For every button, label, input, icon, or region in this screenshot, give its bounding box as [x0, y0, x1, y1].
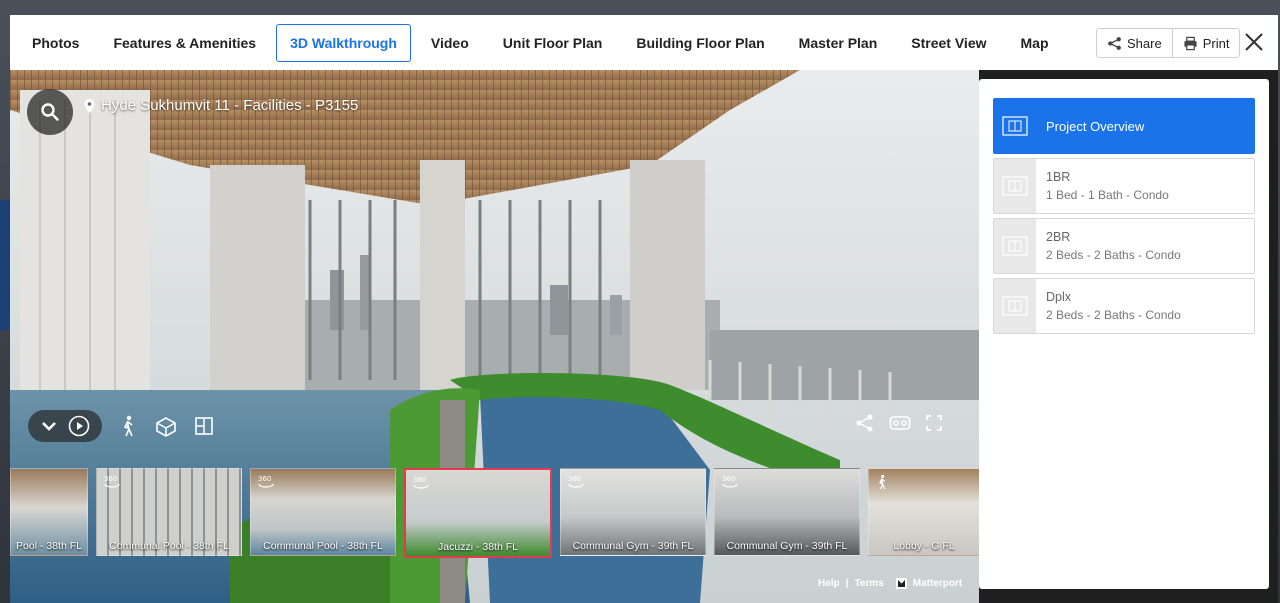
print-label: Print: [1202, 35, 1230, 51]
location-title-text: Hyde Sukhumvit 11 - Facilities - P3155: [101, 97, 359, 114]
plan-name: 2BR: [1046, 230, 1071, 244]
svg-text:360: 360: [258, 475, 271, 483]
map-pin-icon: [84, 98, 95, 113]
scene-thumbnail[interactable]: 360 Communal Pool - 38th FL: [96, 468, 242, 556]
thumbnail-label: Communal Pool - 38th FL: [109, 540, 229, 552]
360-icon: 360: [257, 474, 275, 493]
scene-thumbnail[interactable]: 360 Communal Gym - 39th FL: [560, 468, 706, 556]
blueprint-icon: [994, 99, 1036, 153]
printer-icon: [1184, 36, 1197, 50]
play-tour-button[interactable]: [68, 415, 90, 437]
fullscreen-button[interactable]: [925, 413, 943, 433]
viewer-right-controls: [855, 413, 943, 433]
play-icon: [68, 415, 90, 437]
svg-text:360: 360: [413, 476, 426, 484]
terms-link[interactable]: Terms: [854, 578, 883, 589]
tab-unit-floor-plan[interactable]: Unit Floor Plan: [489, 24, 617, 62]
plan-card-2br[interactable]: 2BR 2 Beds - 2 Baths - Condo: [993, 218, 1255, 274]
matterport-link[interactable]: Matterport: [913, 578, 962, 589]
viewer-controls: [28, 410, 214, 442]
media-modal: Photos Features & Amenities 3D Walkthrou…: [10, 15, 1278, 603]
print-button[interactable]: Print: [1171, 29, 1240, 57]
share-label: Share: [1127, 35, 1162, 51]
vr-mode-button[interactable]: [889, 413, 911, 433]
tab-photos[interactable]: Photos: [18, 24, 93, 62]
search-button[interactable]: [27, 89, 73, 135]
action-group: Share Print: [1096, 28, 1241, 58]
scene-thumbnail[interactable]: Lobby - G FL: [868, 468, 979, 556]
playback-pill: [28, 410, 102, 442]
vr-headset-icon: [889, 416, 911, 430]
blueprint-icon: [994, 159, 1036, 213]
tab-list: Photos Features & Amenities 3D Walkthrou…: [18, 24, 1063, 62]
tab-bar: Photos Features & Amenities 3D Walkthrou…: [10, 15, 1278, 71]
svg-text:360: 360: [568, 475, 581, 483]
360-icon: 360: [412, 475, 430, 494]
plan-name: Dplx: [1046, 290, 1072, 304]
floor-plan-sidebar: Project Overview 1BR 1 Bed - 1 Bath - Co…: [979, 70, 1278, 603]
share-icon: [1108, 36, 1121, 50]
plan-details: 2 Beds - 2 Baths - Condo: [1046, 308, 1181, 322]
plan-list: Project Overview 1BR 1 Bed - 1 Bath - Co…: [979, 79, 1269, 589]
fullscreen-icon: [926, 415, 942, 431]
plan-details: 2 Beds - 2 Baths - Condo: [1046, 248, 1181, 262]
plan-name: Project Overview: [1046, 118, 1145, 134]
plan-card-dplx[interactable]: Dplx 2 Beds - 2 Baths - Condo: [993, 278, 1255, 334]
tab-video[interactable]: Video: [417, 24, 483, 62]
360-icon: 360: [721, 474, 739, 493]
dollhouse-button[interactable]: [154, 415, 178, 437]
footer-separator: |: [845, 578, 849, 589]
collapse-button[interactable]: [40, 417, 58, 435]
location-title: Hyde Sukhumvit 11 - Facilities - P3155: [84, 97, 358, 114]
scene-thumbnail-strip: Pool - 38th FL 360 Communal Pool - 38th …: [10, 468, 979, 558]
walking-person-icon: [875, 474, 889, 495]
viewer-footer: Help | Terms Matterport: [818, 578, 962, 589]
tab-3d-walkthrough[interactable]: 3D Walkthrough: [276, 24, 411, 62]
tab-street-view[interactable]: Street View: [897, 24, 1000, 62]
thumbnail-label: Pool - 38th FL: [16, 540, 82, 552]
chevron-down-icon: [42, 422, 56, 431]
share-icon: [856, 414, 873, 432]
walk-mode-button[interactable]: [118, 415, 138, 437]
scene-thumbnail[interactable]: 360 Communal Gym - 39th FL: [714, 468, 860, 556]
tab-features-amenities[interactable]: Features & Amenities: [99, 24, 270, 62]
close-icon: [1245, 33, 1263, 51]
floor-plan-button[interactable]: [194, 416, 214, 436]
plan-details: 1 Bed - 1 Bath - Condo: [1046, 188, 1169, 202]
dollhouse-icon: [156, 417, 176, 437]
scene-thumbnail[interactable]: 360 Communal Pool - 38th FL: [250, 468, 396, 556]
thumbnail-label: Communal Gym - 39th FL: [572, 540, 694, 552]
matterport-logo-icon: [895, 578, 907, 589]
360-icon: 360: [103, 474, 121, 493]
plan-name: 1BR: [1046, 170, 1071, 184]
scene-thumbnail-active[interactable]: 360 Jacuzzi - 38th FL: [404, 468, 552, 558]
thumbnail-label: Communal Gym - 39th FL: [726, 540, 848, 552]
thumbnail-label: Jacuzzi - 38th FL: [438, 541, 518, 553]
svg-text:360: 360: [722, 475, 735, 483]
walkthrough-viewer[interactable]: Hyde Sukhumvit 11 - Facilities - P3155 P…: [10, 70, 979, 603]
plan-card-1br[interactable]: 1BR 1 Bed - 1 Bath - Condo: [993, 158, 1255, 214]
thumbnail-label: Communal Pool - 38th FL: [263, 540, 383, 552]
tab-master-plan[interactable]: Master Plan: [785, 24, 892, 62]
blueprint-icon: [994, 279, 1036, 333]
plan-card-project-overview[interactable]: Project Overview: [993, 98, 1255, 154]
viewer-share-button[interactable]: [855, 413, 875, 433]
svg-text:360: 360: [104, 475, 117, 483]
page-backdrop-edge: [0, 200, 10, 330]
share-button[interactable]: Share: [1097, 29, 1172, 57]
tab-map[interactable]: Map: [1007, 24, 1063, 62]
search-icon: [41, 103, 59, 121]
help-link[interactable]: Help: [818, 578, 840, 589]
360-icon: 360: [567, 474, 585, 493]
blueprint-icon: [994, 219, 1036, 273]
scene-thumbnail[interactable]: Pool - 38th FL: [10, 468, 88, 556]
tab-building-floor-plan[interactable]: Building Floor Plan: [622, 24, 778, 62]
thumbnail-label: Lobby - G FL: [893, 540, 955, 552]
close-button[interactable]: [1242, 30, 1266, 54]
floor-plan-icon: [195, 417, 213, 435]
walking-person-icon: [123, 415, 133, 437]
